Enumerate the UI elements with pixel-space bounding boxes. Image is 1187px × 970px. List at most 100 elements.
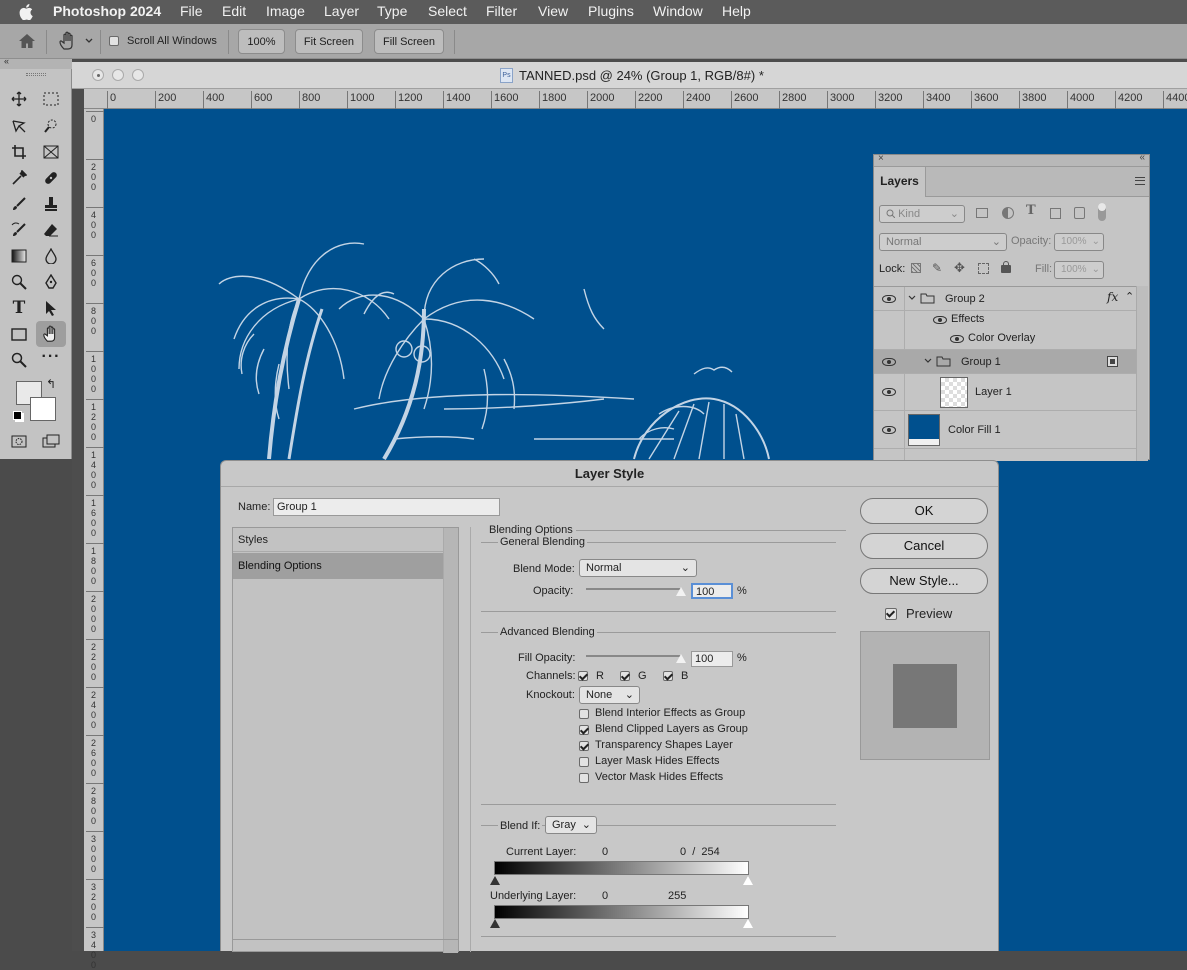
fill-field[interactable]: 100% ⌄ [1054,261,1104,279]
hand-tool-icon[interactable] [36,321,66,347]
menu-layer[interactable]: Layer [324,3,359,19]
brush-tool-icon[interactable] [6,193,32,215]
menu-file[interactable]: File [180,3,203,19]
fill-opacity-slider-track[interactable] [586,655,681,657]
layer-row-layer-1[interactable]: Layer 1 [874,374,1136,411]
visibility-eye-icon[interactable] [882,295,896,303]
frame-tool-icon[interactable] [38,141,64,163]
marquee-tool-icon[interactable] [38,88,64,110]
lock-position-icon[interactable]: ✥ [954,260,965,276]
opacity-input[interactable]: 100 [691,583,733,599]
menu-image[interactable]: Image [266,3,305,19]
type-tool-icon[interactable]: T [6,297,32,319]
zoom-tool-icon[interactable] [6,349,32,371]
filter-toggle-icon[interactable] [1098,203,1106,221]
tab-layers[interactable]: Layers [874,167,926,197]
current-layer-white-thumb[interactable] [743,876,753,885]
menu-edit[interactable]: Edit [222,3,246,19]
history-brush-tool-icon[interactable] [6,219,32,241]
collapse-panel-icon[interactable]: « [1139,152,1145,163]
option-checkbox[interactable] [579,725,589,735]
more-tools-icon[interactable]: ··· [38,348,64,371]
quick-selection-tool-icon[interactable] [38,115,64,137]
lasso-tool-icon[interactable] [6,115,32,137]
visibility-eye-icon[interactable] [950,335,964,343]
hand-tool-icon[interactable] [58,31,78,51]
apple-icon[interactable] [19,4,33,20]
chevron-up-icon[interactable]: ⌃ [1125,290,1134,303]
background-color-swatch[interactable] [30,397,56,421]
blur-tool-icon[interactable] [38,245,64,267]
current-layer-black-thumb[interactable] [490,876,500,885]
styles-item[interactable]: Styles [233,528,443,552]
menu-type[interactable]: Type [377,3,407,19]
styles-scrollbar[interactable] [443,528,458,953]
visibility-eye-icon[interactable] [882,388,896,396]
option-checkbox[interactable] [579,709,589,719]
menu-help[interactable]: Help [722,3,751,19]
cancel-button[interactable]: Cancel [860,533,988,559]
opacity-field[interactable]: 100% ⌄ [1054,233,1104,251]
minimize-window-button[interactable] [112,69,124,81]
zoom-100-button[interactable]: 100% [238,29,285,54]
chevron-down-icon[interactable] [924,358,932,364]
new-style-button[interactable]: New Style... [860,568,988,594]
grip-icon[interactable] [26,73,46,76]
healing-brush-tool-icon[interactable] [38,167,64,189]
fx-icon[interactable]: fx [1107,290,1118,304]
scroll-all-windows-checkbox[interactable] [109,36,119,46]
filter-smart-object-icon[interactable] [1074,207,1085,219]
clone-stamp-tool-icon[interactable] [38,193,64,215]
chevron-down-icon[interactable] [908,295,916,301]
visibility-eye-icon[interactable] [933,316,947,324]
menu-filter[interactable]: Filter [486,3,517,19]
crop-tool-icon[interactable] [6,141,32,163]
opacity-slider-thumb[interactable] [676,587,686,596]
eyedropper-tool-icon[interactable] [6,167,32,189]
visibility-eye-icon[interactable] [882,426,896,434]
layer-row-group-2[interactable]: Group 2 fx ⌃ [874,287,1136,311]
linked-layer-icon[interactable] [1107,356,1118,367]
menu-plugins[interactable]: Plugins [588,3,634,19]
move-tool-icon[interactable] [6,88,32,110]
menu-window[interactable]: Window [653,3,703,19]
home-icon[interactable] [18,33,36,49]
fit-screen-button[interactable]: Fit Screen [295,29,363,54]
opacity-slider-track[interactable] [586,588,681,590]
layer-name[interactable]: Group 2 [945,293,985,305]
close-window-button[interactable] [92,69,104,81]
filter-pixel-icon[interactable] [976,208,988,218]
eraser-tool-icon[interactable] [38,219,64,241]
panel-menu-icon[interactable] [1135,177,1145,185]
option-checkbox[interactable] [579,741,589,751]
path-selection-tool-icon[interactable] [38,297,64,319]
lock-transparent-icon[interactable] [911,263,921,273]
preview-checkbox[interactable] [885,608,897,620]
lock-pixels-icon[interactable]: ✎ [932,261,942,275]
fill-opacity-slider-thumb[interactable] [676,654,686,663]
name-input[interactable]: Group 1 [273,498,500,516]
toolbox-header[interactable]: « [0,56,72,69]
menu-select[interactable]: Select [428,3,467,19]
app-name-menu[interactable]: Photoshop 2024 [53,3,161,19]
underlying-layer-black-thumb[interactable] [490,919,500,928]
option-checkbox[interactable] [579,757,589,767]
ok-button[interactable]: OK [860,498,988,524]
option-checkbox[interactable] [579,773,589,783]
chevron-down-icon[interactable] [85,38,93,44]
blending-options-item[interactable]: Blending Options [233,553,443,579]
channel-r-checkbox[interactable] [578,671,588,681]
fill-screen-button[interactable]: Fill Screen [374,29,444,54]
collapse-icon[interactable]: « [4,56,9,66]
layers-scrollbar[interactable] [1136,286,1148,461]
underlying-layer-white-thumb[interactable] [743,919,753,928]
lock-all-icon[interactable] [1001,261,1011,273]
fill-opacity-input[interactable]: 100 [691,651,733,667]
filter-adjustment-icon[interactable] [1002,207,1014,219]
layer-row-color-fill-1[interactable]: Color Fill 1 [874,411,1136,449]
blend-mode-select[interactable]: Normal ⌄ [879,233,1007,251]
blend-mode-select[interactable]: Normal ⌄ [579,559,697,577]
zoom-window-button[interactable] [132,69,144,81]
default-colors-icon[interactable] [13,411,22,420]
swap-colors-icon[interactable]: ↰ [46,377,56,391]
